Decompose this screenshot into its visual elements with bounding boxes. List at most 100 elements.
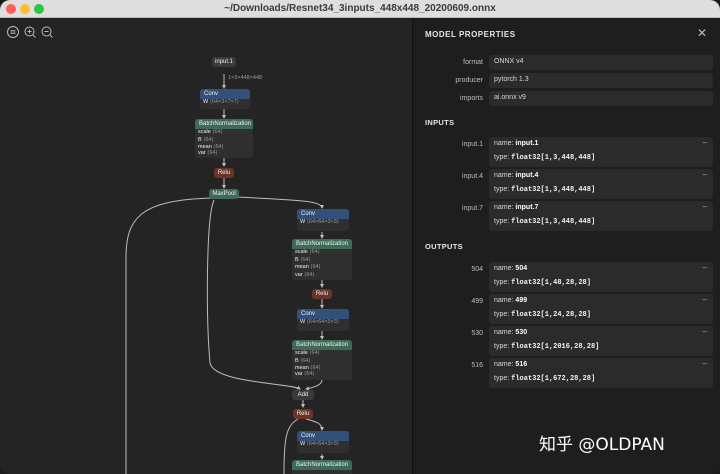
input-name: input.1 bbox=[515, 140, 539, 147]
node-title: Conv bbox=[297, 431, 349, 441]
output-type: float32[1,2016,28,28] bbox=[511, 343, 600, 351]
attr-value: ⟨64⟩ bbox=[207, 149, 218, 156]
node-title: BatchNormalization bbox=[292, 460, 352, 470]
prop-label: format bbox=[463, 59, 483, 66]
attr-value: ⟨64⟩ bbox=[212, 129, 223, 135]
node-title: Conv bbox=[297, 209, 349, 219]
input-item[interactable]: name: input.1 type: float32[1,3,448,448]… bbox=[489, 137, 713, 167]
type-prefix: type: bbox=[494, 186, 510, 193]
attr-value: ⟨64⟩ bbox=[304, 370, 315, 377]
sidebar-icon[interactable] bbox=[7, 25, 19, 38]
attr-key: scale bbox=[295, 350, 308, 356]
input-label: input.7 bbox=[461, 205, 483, 212]
zoom-in-icon[interactable] bbox=[24, 25, 36, 38]
type-prefix: type: bbox=[494, 279, 510, 286]
type-prefix: type: bbox=[494, 218, 510, 225]
output-label: 499 bbox=[471, 298, 483, 305]
close-icon[interactable]: ✕ bbox=[697, 26, 707, 40]
attr-key: B bbox=[295, 256, 299, 263]
attr-value: ⟨64⟩ bbox=[309, 350, 320, 356]
attr-key: var bbox=[295, 271, 303, 278]
name-prefix: name: bbox=[494, 204, 514, 211]
output-name: 504 bbox=[515, 265, 528, 272]
input-label: input.4 bbox=[461, 173, 483, 180]
attr-value: ⟨64×3×7×7⟩ bbox=[209, 99, 239, 105]
type-prefix: type: bbox=[494, 343, 510, 350]
input-type: float32[1,3,448,448] bbox=[511, 154, 596, 162]
attr-key: W bbox=[300, 219, 306, 225]
attr-key: scale bbox=[198, 129, 211, 135]
prop-value-box: pytorch 1.3 bbox=[489, 73, 713, 88]
output-name: 530 bbox=[515, 329, 528, 336]
relu-node-1[interactable]: Relu bbox=[214, 168, 234, 178]
collapse-icon[interactable]: – bbox=[703, 327, 707, 336]
maxpool-node[interactable]: MaxPool bbox=[209, 189, 239, 199]
prop-label: producer bbox=[455, 77, 483, 84]
output-item[interactable]: name: 504 type: float32[1,48,28,28] – bbox=[489, 262, 713, 292]
attr-key: var bbox=[295, 370, 303, 377]
batchnorm-node-4[interactable]: BatchNormalization bbox=[292, 460, 352, 474]
attr-key: W bbox=[300, 441, 306, 447]
input-type: float32[1,3,448,448] bbox=[511, 186, 596, 194]
node-title: BatchNormalization bbox=[292, 239, 352, 249]
output-item[interactable]: name: 530 type: float32[1,2016,28,28] – bbox=[489, 326, 713, 356]
relu-node-3[interactable]: Relu bbox=[293, 409, 313, 419]
collapse-icon[interactable]: – bbox=[703, 295, 707, 304]
attr-key: var bbox=[198, 149, 206, 156]
outputs-section-title: OUTPUTS bbox=[425, 242, 463, 251]
type-prefix: type: bbox=[494, 311, 510, 318]
collapse-icon[interactable]: – bbox=[703, 170, 707, 179]
output-label: 530 bbox=[471, 330, 483, 337]
watermark: 知乎 @OLDPAN bbox=[539, 435, 665, 455]
input-label: input.1 bbox=[461, 141, 483, 148]
attr-value: ⟨64×64×3×3⟩ bbox=[306, 319, 340, 325]
collapse-icon[interactable]: – bbox=[703, 138, 707, 147]
output-type: float32[1,24,28,28] bbox=[511, 311, 591, 319]
attr-value: ⟨64⟩ bbox=[300, 357, 311, 364]
node-title: BatchNormalization bbox=[292, 340, 352, 350]
input-item[interactable]: name: input.4 type: float32[1,3,448,448]… bbox=[489, 169, 713, 199]
prop-value-box: ONNX v4 bbox=[489, 55, 713, 70]
attr-value: ⟨64⟩ bbox=[309, 249, 320, 255]
attr-key: W bbox=[203, 99, 209, 105]
attr-key: scale bbox=[295, 249, 308, 255]
attr-value: ⟨64×64×3×3⟩ bbox=[306, 441, 340, 447]
add-node[interactable]: Add bbox=[292, 390, 314, 400]
conv-node-2[interactable]: Conv W ⟨64×64×3×3⟩ bbox=[297, 209, 349, 231]
output-name: 499 bbox=[515, 297, 528, 304]
name-prefix: name: bbox=[494, 265, 514, 272]
attr-value: ⟨64⟩ bbox=[304, 271, 315, 278]
output-item[interactable]: name: 516 type: float32[1,672,28,28] – bbox=[489, 358, 713, 388]
edge-shape-label: 1×3×448×448 bbox=[228, 75, 263, 81]
collapse-icon[interactable]: – bbox=[703, 359, 707, 368]
attr-key: B bbox=[198, 136, 202, 143]
model-properties-panel: MODEL PROPERTIES ✕ format ONNX v4 produc… bbox=[412, 18, 720, 474]
batchnorm-node-3[interactable]: BatchNormalization scale ⟨64⟩ B ⟨64⟩ mea… bbox=[292, 340, 352, 380]
panel-title: MODEL PROPERTIES bbox=[425, 30, 516, 39]
relu-node-2[interactable]: Relu bbox=[312, 289, 332, 299]
prop-value: pytorch 1.3 bbox=[494, 76, 529, 83]
attr-value: ⟨64×64×3×3⟩ bbox=[306, 219, 340, 225]
graph-input-node[interactable]: input.1 bbox=[212, 57, 236, 67]
attr-key: mean bbox=[295, 264, 309, 270]
attr-value: ⟨64⟩ bbox=[203, 136, 214, 143]
conv-node-4[interactable]: Conv W ⟨64×64×3×3⟩ bbox=[297, 431, 349, 453]
output-item[interactable]: name: 499 type: float32[1,24,28,28] – bbox=[489, 294, 713, 324]
collapse-icon[interactable]: – bbox=[703, 263, 707, 272]
conv-node-1[interactable]: Conv W ⟨64×3×7×7⟩ bbox=[200, 89, 250, 109]
conv-node-3[interactable]: Conv W ⟨64×64×3×3⟩ bbox=[297, 309, 349, 331]
prop-value: ONNX v4 bbox=[494, 58, 524, 65]
zoom-out-icon[interactable] bbox=[41, 25, 53, 38]
collapse-icon[interactable]: – bbox=[703, 202, 707, 211]
type-prefix: type: bbox=[494, 375, 510, 382]
output-label: 516 bbox=[471, 362, 483, 369]
input-name: input.7 bbox=[515, 204, 539, 211]
prop-value: ai.onnx v9 bbox=[494, 94, 526, 101]
name-prefix: name: bbox=[494, 297, 514, 304]
name-prefix: name: bbox=[494, 329, 514, 336]
input-name: input.4 bbox=[515, 172, 539, 179]
graph-canvas[interactable]: input.1 1×3×448×448 Conv W ⟨64×3×7×7⟩ Ba… bbox=[0, 18, 412, 474]
batchnorm-node-2[interactable]: BatchNormalization scale ⟨64⟩ B ⟨64⟩ mea… bbox=[292, 239, 352, 280]
batchnorm-node-1[interactable]: BatchNormalization scale ⟨64⟩ B ⟨64⟩ mea… bbox=[195, 119, 253, 158]
input-item[interactable]: name: input.7 type: float32[1,3,448,448]… bbox=[489, 201, 713, 231]
